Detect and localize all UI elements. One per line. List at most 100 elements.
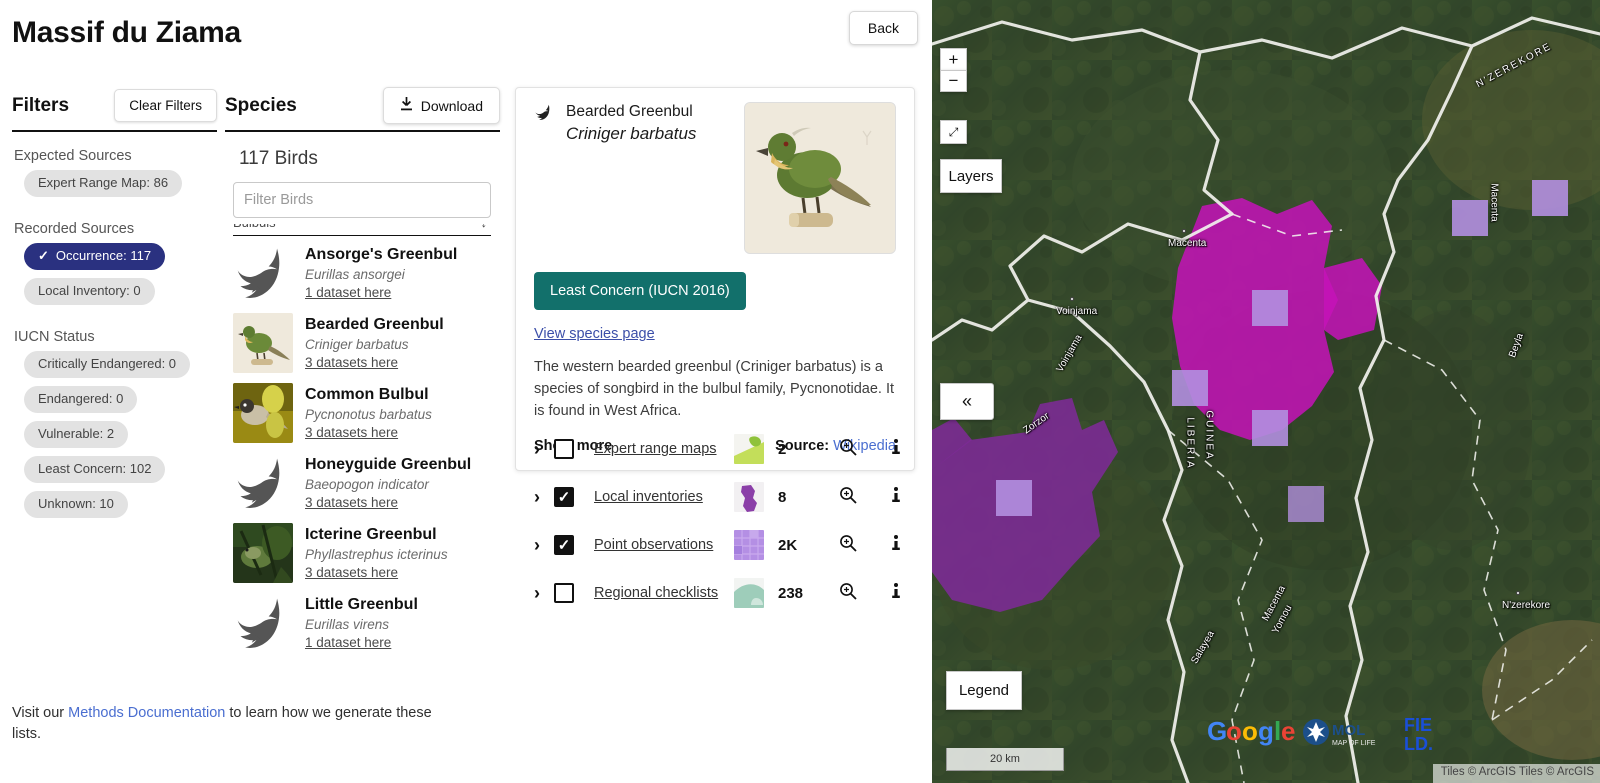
iucn-status-badge[interactable]: Least Concern (IUCN 2016)	[534, 272, 746, 310]
filter-chip[interactable]: Unknown: 10	[24, 490, 128, 518]
map-city-dot	[1516, 591, 1520, 595]
layer-row: › Local inventories 8	[520, 473, 930, 521]
species-header: Species Download	[225, 87, 500, 132]
map-city-dot	[1070, 297, 1074, 301]
filter-birds-input[interactable]	[233, 182, 491, 218]
methods-note-prefix: Visit our	[12, 705, 69, 721]
filter-group-label: Expected Sources	[14, 148, 132, 164]
species-thumbnail	[233, 453, 293, 513]
layer-row: › Regional checklists 238	[520, 569, 930, 617]
filter-chip-label: Occurrence: 117	[55, 247, 152, 263]
species-datasets-link[interactable]: 3 datasets here	[305, 565, 448, 580]
detail-names: Bearded Greenbul Criniger barbatus	[566, 102, 734, 254]
sort-direction-icon: ↓	[481, 224, 488, 230]
sort-label: Bulbuls	[233, 224, 276, 230]
layer-swatch-icon	[734, 530, 764, 560]
zoom-to-layer-icon[interactable]	[824, 582, 872, 605]
layer-label[interactable]: Point observations	[594, 537, 734, 553]
species-text: Icterine Greenbul Phyllastrephus icterinu…	[305, 523, 448, 580]
layer-info-icon[interactable]	[872, 438, 920, 461]
species-datasets-link[interactable]: 3 datasets here	[305, 495, 471, 510]
download-label: Download	[420, 97, 483, 114]
species-thumbnail	[233, 523, 293, 583]
layer-count: 2K	[778, 536, 798, 554]
species-list-item[interactable]: Icterine Greenbul Phyllastrephus icterinu…	[233, 518, 501, 588]
map-attribution: Tiles © ArcGIS Tiles © ArcGIS	[1432, 764, 1600, 783]
layer-count: 8	[778, 488, 787, 506]
chevron-right-icon[interactable]: ›	[520, 487, 554, 508]
species-datasets-link[interactable]: 1 dataset here	[305, 285, 457, 300]
zoom-to-layer-icon[interactable]	[824, 486, 872, 509]
species-detail-card: Bearded Greenbul Criniger barbatus Least…	[515, 87, 915, 472]
map-city-dot	[1182, 229, 1186, 233]
zoom-out-button[interactable]: −	[940, 70, 967, 92]
species-text: Bearded Greenbul Criniger barbatus 3 datas…	[305, 313, 444, 370]
species-scientific-name: Phyllastrephus icterinus	[305, 547, 448, 562]
species-description: The western bearded greenbul (Criniger b…	[534, 359, 895, 419]
filter-chip[interactable]: Vulnerable: 2	[24, 420, 129, 448]
view-species-page-link[interactable]: View species page	[534, 326, 896, 342]
species-list-item[interactable]: Ansorge's Greenbul Eurillas ansorgei 1 dat…	[233, 238, 501, 308]
layer-label[interactable]: Regional checklists	[594, 585, 734, 601]
chevron-right-icon[interactable]: ›	[520, 439, 554, 460]
species-list-item[interactable]: Bearded Greenbul Criniger barbatus 3 datas…	[233, 308, 501, 378]
layer-checkbox[interactable]	[554, 487, 574, 507]
map-scale-bar: 20 km	[946, 748, 1064, 771]
layer-row: › Expert range maps 2	[520, 425, 930, 473]
collapse-panel-button[interactable]: «	[940, 383, 994, 420]
species-sort-row[interactable]: Bulbuls ↓	[233, 224, 491, 236]
species-common-name: Bearded Greenbul	[305, 316, 444, 333]
filter-chip[interactable]: Expert Range Map: 86	[24, 170, 183, 197]
back-button[interactable]: Back	[848, 11, 918, 45]
layer-checkbox[interactable]	[554, 439, 574, 459]
filters-column: Filters Clear Filters Expected Sources Ex…	[12, 89, 217, 526]
chevron-right-icon[interactable]: ›	[520, 583, 554, 604]
download-button[interactable]: Download	[382, 87, 500, 124]
species-list-item[interactable]: Little Greenbul Eurillas virens 1 dataset …	[233, 588, 501, 658]
fullscreen-icon[interactable]: ⤢	[940, 120, 967, 144]
zoom-in-button[interactable]: +	[940, 48, 967, 70]
map-view[interactable]: Macenta Voinjama N'ZEREKORE Beyla Macenta N'z…	[932, 0, 1600, 783]
species-common-name: Little Greenbul	[305, 596, 418, 613]
filter-chip[interactable]: Local Inventory: 0	[24, 277, 155, 305]
zoom-to-layer-icon[interactable]	[824, 438, 872, 461]
methods-note: Visit our Methods Documentation to learn…	[12, 703, 432, 746]
layer-info-icon[interactable]	[872, 534, 920, 557]
layer-checkbox[interactable]	[554, 535, 574, 555]
species-count: 117 Birds	[239, 148, 318, 169]
species-illustration	[744, 102, 896, 254]
bird-silhouette-icon	[534, 102, 556, 254]
filter-chip-label: Least Concern: 102	[38, 460, 152, 476]
clear-filters-button[interactable]: Clear Filters	[114, 89, 217, 122]
layer-label[interactable]: Expert range maps	[594, 441, 734, 457]
species-datasets-link[interactable]: 3 datasets here	[305, 425, 432, 440]
species-scientific-name: Pycnonotus barbatus	[305, 407, 432, 422]
layer-swatch-icon	[734, 482, 764, 512]
layer-info-icon[interactable]	[872, 486, 920, 509]
layer-label[interactable]: Local inventories	[594, 489, 734, 505]
species-datasets-link[interactable]: 1 dataset here	[305, 635, 418, 650]
filter-chip[interactable]: Least Concern: 102	[24, 455, 166, 483]
zoom-to-layer-icon[interactable]	[824, 534, 872, 557]
layer-swatch-icon	[734, 578, 764, 608]
filters-title: Filters	[12, 94, 70, 116]
filter-chip[interactable]: ✓ Occurrence: 117	[24, 242, 166, 270]
methods-documentation-link[interactable]: Methods Documentation	[68, 705, 225, 721]
filter-chip-label: Endangered: 0	[38, 390, 124, 406]
filter-chip[interactable]: Critically Endangered: 0	[24, 350, 191, 378]
species-common-name: Icterine Greenbul	[305, 526, 437, 543]
legend-button[interactable]: Legend	[946, 671, 1022, 710]
species-datasets-link[interactable]: 3 datasets here	[305, 355, 444, 370]
species-column: Species Download 117 Birds Bulbuls ↓	[225, 87, 501, 706]
chevron-right-icon[interactable]: ›	[520, 535, 554, 556]
layer-count: 238	[778, 584, 804, 602]
layer-count: 2	[778, 440, 787, 458]
layers-button[interactable]: Layers	[940, 159, 1002, 193]
species-text: Common Bulbul Pycnonotus barbatus 3 datase…	[305, 383, 432, 440]
layer-checkbox[interactable]	[554, 583, 574, 603]
species-list-item[interactable]: Honeyguide Greenbul Baeopogon indicator 3 …	[233, 448, 501, 518]
species-list[interactable]: Ansorge's Greenbul Eurillas ansorgei 1 dat…	[233, 238, 501, 706]
filter-chip[interactable]: Endangered: 0	[24, 385, 138, 413]
layer-info-icon[interactable]	[872, 582, 920, 605]
species-list-item[interactable]: Common Bulbul Pycnonotus barbatus 3 datase…	[233, 378, 501, 448]
